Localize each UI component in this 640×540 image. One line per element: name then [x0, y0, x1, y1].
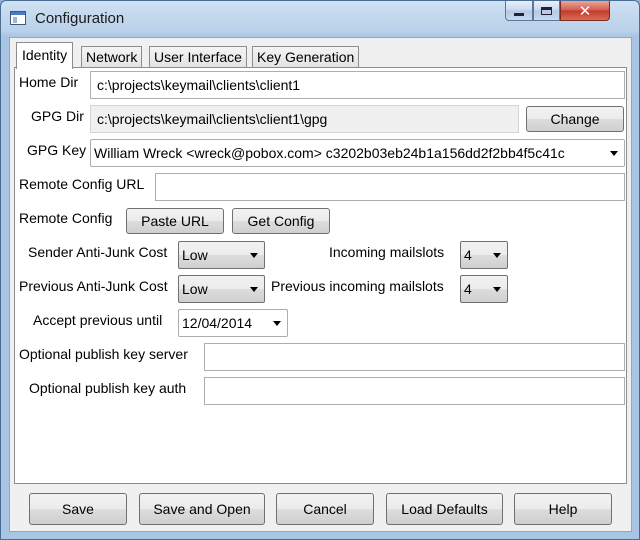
accept-previous-label: Accept previous until: [33, 312, 163, 328]
gpg-dir-label: GPG Dir: [31, 108, 84, 124]
chevron-down-icon: [250, 253, 258, 258]
chevron-down-icon: [493, 253, 501, 258]
minimize-button[interactable]: [505, 1, 533, 21]
previous-mailslots-select[interactable]: 4: [460, 275, 508, 303]
chevron-down-icon: [493, 287, 501, 292]
chevron-down-icon: [610, 151, 618, 156]
previous-cost-value: Low: [182, 281, 208, 297]
remote-config-url-field[interactable]: [155, 173, 625, 201]
home-dir-label: Home Dir: [19, 74, 79, 90]
previous-cost-label: Previous Anti-Junk Cost: [19, 278, 168, 294]
configuration-window: Configuration ✕ Identity Network User In…: [0, 0, 640, 540]
previous-cost-select[interactable]: Low: [178, 275, 265, 303]
window-title: Configuration: [35, 10, 125, 27]
home-dir-field[interactable]: c:\projects\keymail\clients\client1: [90, 71, 625, 99]
close-button[interactable]: ✕: [560, 1, 610, 21]
incoming-mailslots-label: Incoming mailslots: [329, 244, 445, 260]
paste-url-button[interactable]: Paste URL: [126, 208, 224, 234]
accept-previous-date[interactable]: 12/04/2014: [178, 309, 288, 337]
dialog-body: Identity Network User Interface Key Gene…: [9, 37, 632, 532]
maximize-button[interactable]: [533, 1, 560, 21]
publish-server-field[interactable]: [204, 343, 625, 371]
save-and-open-button[interactable]: Save and Open: [139, 493, 265, 525]
sender-cost-label: Sender Anti-Junk Cost: [28, 244, 168, 260]
maximize-icon: [541, 6, 552, 15]
load-defaults-button[interactable]: Load Defaults: [386, 493, 503, 525]
previous-mailslots-value: 4: [464, 281, 472, 297]
incoming-mailslots-select[interactable]: 4: [460, 241, 508, 269]
publish-auth-label: Optional publish key auth: [29, 380, 187, 396]
app-icon: [10, 11, 26, 25]
tab-key-generation[interactable]: Key Generation: [252, 46, 360, 68]
chevron-down-icon: [273, 321, 281, 326]
cancel-button[interactable]: Cancel: [276, 493, 374, 525]
previous-mailslots-label: Previous incoming mailslots: [271, 278, 444, 294]
gpg-key-label: GPG Key: [27, 142, 87, 158]
identity-panel: Home Dir c:\projects\keymail\clients\cli…: [14, 67, 627, 484]
sender-cost-value: Low: [182, 247, 208, 263]
sender-cost-select[interactable]: Low: [178, 241, 265, 269]
tab-identity[interactable]: Identity: [16, 42, 74, 69]
change-button[interactable]: Change: [526, 106, 624, 132]
title-bar[interactable]: Configuration ✕: [1, 1, 639, 37]
gpg-key-value: William Wreck <wreck@pobox.com> c3202b03…: [94, 145, 565, 161]
tab-network[interactable]: Network: [81, 46, 143, 68]
gpg-key-select[interactable]: William Wreck <wreck@pobox.com> c3202b03…: [90, 139, 625, 167]
incoming-mailslots-value: 4: [464, 247, 472, 263]
remote-config-label: Remote Config: [19, 210, 113, 226]
get-config-button[interactable]: Get Config: [232, 208, 330, 234]
accept-previous-value: 12/04/2014: [182, 315, 253, 331]
close-icon: ✕: [578, 2, 592, 20]
minimize-icon: [514, 12, 524, 16]
save-button[interactable]: Save: [29, 493, 127, 525]
help-button[interactable]: Help: [514, 493, 612, 525]
tab-user-interface[interactable]: User Interface: [149, 46, 247, 68]
chevron-down-icon: [250, 287, 258, 292]
remote-config-url-label: Remote Config URL: [19, 176, 145, 192]
publish-server-label: Optional publish key server: [19, 346, 188, 362]
gpg-dir-field: c:\projects\keymail\clients\client1\gpg: [90, 105, 519, 133]
publish-auth-field[interactable]: [204, 377, 625, 405]
